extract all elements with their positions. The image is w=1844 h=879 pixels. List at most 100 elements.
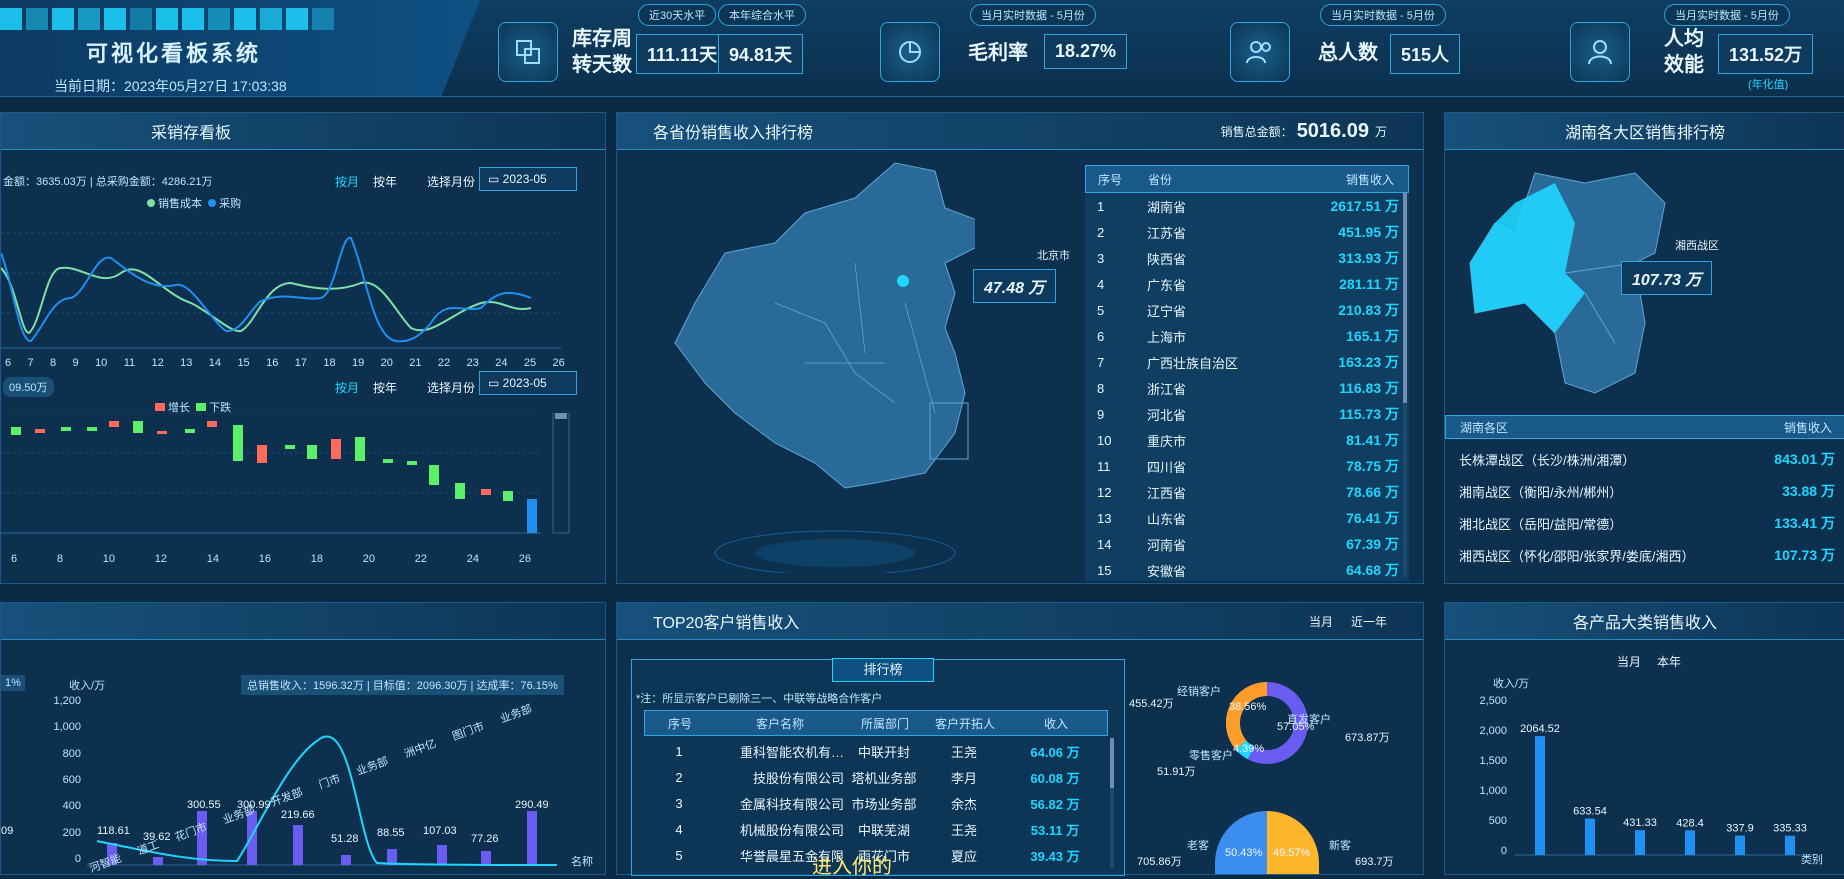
panel-purchase-sales: 采销存看板 金额：3635.03万 | 总采购金额：4286.21万 按月 按年… [0, 112, 606, 584]
swap-icon [498, 22, 558, 82]
tab-current-month[interactable]: 当月 [1617, 653, 1641, 670]
bar [1535, 736, 1545, 855]
tab-by-year-2[interactable]: 按年 [373, 379, 397, 396]
kpi-label: 毛利率 [968, 42, 1028, 64]
panel-title: 湖南各大区销售排行榜 [1445, 113, 1844, 150]
bar [1785, 835, 1795, 855]
scrollbar[interactable] [1110, 738, 1114, 868]
map-callout-name: 北京市 [1037, 250, 1070, 262]
pie-new-old [1215, 811, 1319, 874]
bar [1735, 835, 1745, 855]
current-date: 当前日期：2023年05月27日 17:03:38 [54, 78, 287, 94]
map-callout-value: 107.73 万 [1621, 261, 1713, 295]
donut-value: 673.87万 [1345, 732, 1390, 744]
month-picker-2[interactable]: ▭ 2023-05 [479, 371, 577, 395]
kpi-value: 18.27% [1044, 34, 1128, 69]
tab-by-month[interactable]: 按月 [335, 173, 359, 190]
table-row: 5 辽宁省 210.83 万 [1097, 302, 1399, 319]
map-callout-name: 湘西战区 [1675, 240, 1719, 252]
x-axis-ticks: 6 7 8 9 10 11 12 13 14 15 16 17 18 19 20 21 22 23 24 25 26 [5, 357, 565, 369]
pie-label: 老客 [1187, 840, 1209, 852]
table-row: 8 浙江省 116.83 万 [1097, 380, 1399, 397]
chart-legend: 销售成本 采购 [147, 195, 241, 211]
users-icon [1230, 22, 1290, 82]
scrollbar[interactable] [1403, 193, 1407, 577]
bar-label: 300.55 [187, 799, 221, 811]
calendar-icon: ▭ [488, 376, 503, 390]
bar-label: 77.26 [471, 833, 499, 845]
donut-label: 零售客户 [1189, 750, 1233, 762]
summary-text-2: 09.50万 [3, 377, 54, 397]
y-axis-ticks: 1,200 1,000 800 600 400 200 0 [53, 695, 81, 865]
bar-label: 118.61 [97, 825, 130, 837]
kpi-pill: 当月实时数据 - 5月份 [1320, 4, 1446, 26]
table-header: 序号 省份 销售收入 [1085, 165, 1409, 193]
panel-sales-target: 1% 收入/万 总销售收入：1596.32万 | 目标值：2096.30万 | … [0, 602, 606, 875]
tab-current-month[interactable]: 当月 [1309, 613, 1333, 630]
table-row: 3 金属科技有限公司 市场业务部 余杰 56.82 万 [675, 795, 1080, 812]
tab-by-year[interactable]: 按年 [373, 173, 397, 190]
china-map [674, 162, 975, 573]
donut-pct: 38.56% [1229, 701, 1267, 713]
table-row: 2 技股份有限公司 塔机业务部 李月 60.08 万 [675, 769, 1080, 786]
bar-label: 51.28 [331, 833, 359, 845]
pct-text: 1% [1, 675, 25, 691]
x-axis-label: 类别 [1801, 854, 1823, 866]
pie-label: 新客 [1329, 840, 1351, 852]
pie-value: 705.86万 [1137, 856, 1182, 868]
bar [1585, 818, 1595, 855]
table-header: 序号 客户名称 所属部门 客户开拓人 收入 [644, 710, 1108, 736]
kpi-value: 94.81天 [718, 34, 804, 74]
waterfall-chart [1, 413, 570, 534]
table-row: 3 陕西省 313.93 万 [1097, 250, 1399, 267]
rank-title: 排行榜 [832, 658, 934, 682]
tab-last-year[interactable]: 近一年 [1351, 613, 1387, 630]
table-row: 湘南战区（衡阳/永州/郴州） 33.88 万 [1459, 483, 1835, 500]
tab-this-year[interactable]: 本年 [1657, 653, 1681, 670]
donut-value: 455.42万 [1129, 698, 1174, 710]
pixel-mosaic [0, 8, 338, 30]
user-icon [1570, 22, 1630, 82]
kpi-pill: 本年综合水平 [718, 4, 806, 26]
table-header: 湖南各区 销售收入 [1445, 415, 1844, 439]
x-axis-label: 名称 [571, 856, 593, 868]
y-axis-label: 收入/万 [1493, 678, 1530, 690]
product-bar-chart: 2064.52 633.54 431.33 428.4 337.9 335.33 [1515, 723, 1815, 856]
table-row: 4 广东省 281.11 万 [1097, 276, 1399, 293]
panel-top20-customers: TOP20客户销售收入 当月 近一年 排行榜 *注：所显示客户已剔除三一、中联等… [616, 602, 1424, 878]
note-text: *注：所显示客户已剔除三一、中联等战略合作客户 [636, 693, 883, 705]
customer-table-body: 1 重科智能农机有… 中联开封 王尧 64.06 万 2 技股份有限公司 塔机业务部 李月 60… [644, 738, 1106, 868]
pie-pct: 50.43% [1225, 847, 1263, 859]
kpi-sub: (年化值) [1748, 79, 1789, 91]
panel-title: 各省份销售收入排行榜 [653, 125, 814, 142]
table-row: 13 山东省 76.41 万 [1097, 510, 1399, 527]
donut-pct: 4.39% [1233, 743, 1265, 755]
month-picker[interactable]: ▭ 2023-05 [479, 167, 577, 191]
bar-label: 290.49 [515, 799, 549, 811]
panel-title: TOP20客户销售收入 [653, 615, 800, 632]
bar-value-label: 337.9 [1726, 823, 1754, 835]
table-row: 4 机械股份有限公司 中联芜湖 王尧 53.11 万 [675, 821, 1080, 838]
bar-value-label: 431.33 [1623, 817, 1657, 829]
kpi-pill: 当月实时数据 - 5月份 [1664, 4, 1790, 26]
bar [1685, 830, 1695, 855]
panel-title: 采销存看板 [1, 113, 605, 150]
rank-box: 排行榜 *注：所显示客户已剔除三一、中联等战略合作客户 序号 客户名称 所属部门… [631, 658, 1125, 878]
kpi-value: 131.52万 [1718, 34, 1814, 74]
overlay-text: 进入你的 [812, 856, 892, 878]
kpi-margin: 当月实时数据 - 5月份 毛利率 18.27% [870, 0, 1170, 96]
tab-by-month-2[interactable]: 按月 [335, 379, 359, 396]
table-row: 11 四川省 78.75 万 [1097, 458, 1399, 475]
kpi-efficiency: 当月实时数据 - 5月份 人均 效能 131.52万 (年化值) [1560, 0, 1844, 96]
table-row: 2 江苏省 451.95 万 [1097, 224, 1399, 241]
kpi-pill: 当月实时数据 - 5月份 [970, 4, 1096, 26]
donut-value: 51.91万 [1157, 766, 1196, 778]
bar-label: 88.55 [377, 827, 405, 839]
table-row: 7 广西壮族自治区 163.23 万 [1097, 354, 1399, 371]
total-value: 5016.09 [1296, 119, 1369, 142]
bar-value-label: 2064.52 [1520, 723, 1560, 735]
select-month-label-2: 选择月份 [427, 381, 476, 395]
line-chart [1, 232, 561, 349]
table-body: 1 湖南省 2617.51 万 2 江苏省 451.95 万 3 陕西省 313.93 万 … [1085, 193, 1409, 583]
panel-title-row: 各省份销售收入排行榜 销售总金额： 5016.09 万 [617, 113, 1423, 150]
